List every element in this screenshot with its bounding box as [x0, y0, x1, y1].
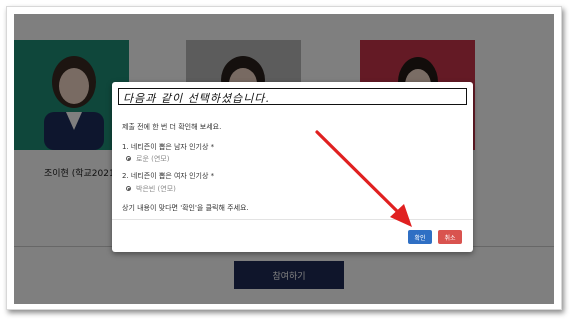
annotation-arrow — [315, 130, 412, 227]
page-screen: 조이현 (학교2021) 참여하기 다음과 같이 선택하셨습니다. 제출 전에 … — [14, 14, 554, 304]
